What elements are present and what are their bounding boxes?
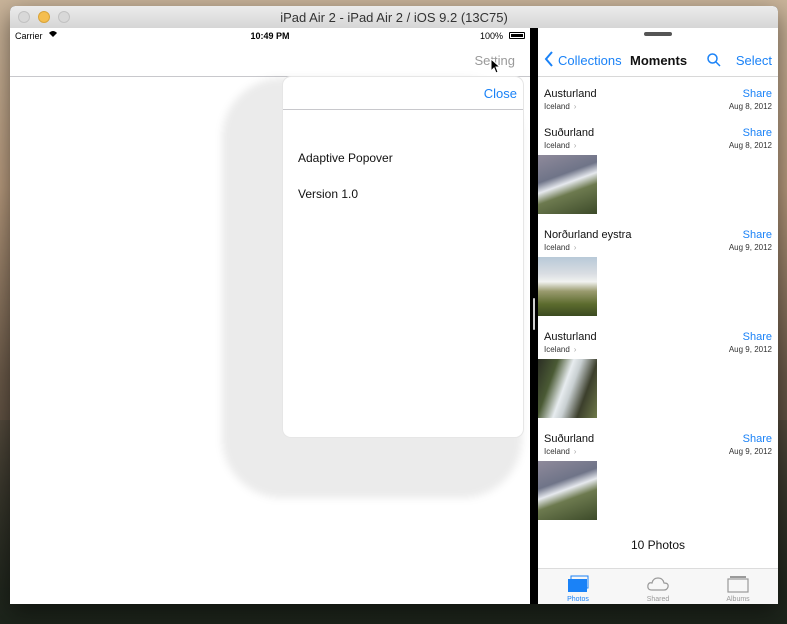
chevron-right-icon: › [573, 345, 577, 354]
moment-subtitle[interactable]: Iceland › [544, 243, 576, 252]
photos-navigation-bar: Collections Moments Select [538, 46, 778, 77]
select-button[interactable]: Select [736, 53, 772, 68]
status-bar: Carrier 10:49 PM 100% [10, 28, 530, 46]
moment-date: Aug 9, 2012 [728, 243, 772, 252]
moment-date: Aug 8, 2012 [728, 102, 772, 111]
photos-tab-icon [566, 575, 590, 593]
moment-subtitle[interactable]: Iceland › [544, 141, 576, 150]
moment-title[interactable]: Austurland [544, 88, 597, 100]
window-title: iPad Air 2 - iPad Air 2 / iOS 9.2 (13C75… [280, 10, 508, 25]
back-chevron-icon[interactable] [544, 50, 554, 73]
moment-location: Iceland [544, 243, 570, 252]
share-button[interactable]: Share [743, 433, 772, 445]
adaptive-popover: Close Adaptive Popover Version 1.0 [283, 77, 523, 437]
photo-thumbnail[interactable] [538, 257, 597, 316]
share-button[interactable]: Share [743, 88, 772, 100]
split-view-divider[interactable] [530, 28, 538, 604]
battery-percent: 100% [479, 31, 503, 41]
photo-thumbnail[interactable] [538, 359, 597, 418]
popover-title-text: Adaptive Popover [298, 151, 393, 165]
moment-location: Iceland [544, 447, 570, 456]
share-button[interactable]: Share [743, 127, 772, 139]
moment-title[interactable]: Norðurland eystra [544, 229, 631, 241]
moment-subtitle[interactable]: Iceland › [544, 345, 576, 354]
collections-back-button[interactable]: Collections [558, 53, 622, 68]
tab-label: Albums [726, 596, 750, 603]
moment-location: Iceland [544, 345, 570, 354]
photo-count-label: 10 Photos [630, 538, 686, 552]
moment-date: Aug 8, 2012 [728, 141, 772, 150]
status-time: 10:49 PM [250, 31, 290, 41]
photos-app: Collections Moments Select Austurland Ic… [538, 28, 778, 604]
albums-icon [726, 575, 750, 593]
search-icon[interactable] [706, 52, 722, 68]
share-button[interactable]: Share [743, 331, 772, 343]
moment-title[interactable]: Suðurland [544, 433, 594, 445]
mouse-pointer-icon [490, 57, 502, 78]
simulator-window: iPad Air 2 - iPad Air 2 / iOS 9.2 (13C75… [10, 6, 778, 604]
moment-title[interactable]: Suðurland [544, 127, 594, 139]
primary-app: Carrier 10:49 PM 100% Setting Close Adap… [10, 28, 530, 604]
battery-icon [509, 32, 525, 39]
navigation-bar: Setting [10, 46, 530, 77]
divider-handle[interactable] [533, 298, 535, 330]
moments-title: Moments [630, 53, 688, 68]
popover-version-text: Version 1.0 [298, 187, 359, 201]
tab-label: Photos [567, 596, 589, 603]
moment-subtitle[interactable]: Iceland › [544, 102, 576, 111]
photo-thumbnail[interactable] [538, 155, 597, 214]
moment-date: Aug 9, 2012 [728, 447, 772, 456]
chevron-right-icon: › [573, 447, 577, 456]
moment-location: Iceland [544, 141, 570, 150]
close-button[interactable]: Close [484, 86, 517, 101]
popover-navigation-bar: Close [283, 77, 523, 110]
slide-over-grabber[interactable] [644, 32, 672, 36]
tab-shared[interactable]: Shared [618, 569, 698, 604]
chevron-right-icon: › [573, 243, 577, 252]
moment-location: Iceland [544, 102, 570, 111]
moment-subtitle[interactable]: Iceland › [544, 447, 576, 456]
tab-bar: Photos Shared Albums [538, 568, 778, 604]
tab-label: Shared [646, 596, 670, 603]
photo-thumbnail[interactable] [538, 461, 597, 520]
moment-title[interactable]: Austurland [544, 331, 597, 343]
cloud-icon [646, 575, 670, 593]
share-button[interactable]: Share [743, 229, 772, 241]
moment-date: Aug 9, 2012 [728, 345, 772, 354]
tab-photos[interactable]: Photos [538, 569, 618, 604]
chevron-right-icon: › [573, 141, 577, 150]
tab-albums[interactable]: Albums [698, 569, 778, 604]
window-titlebar: iPad Air 2 - iPad Air 2 / iOS 9.2 (13C75… [10, 6, 778, 29]
chevron-right-icon: › [573, 102, 577, 111]
